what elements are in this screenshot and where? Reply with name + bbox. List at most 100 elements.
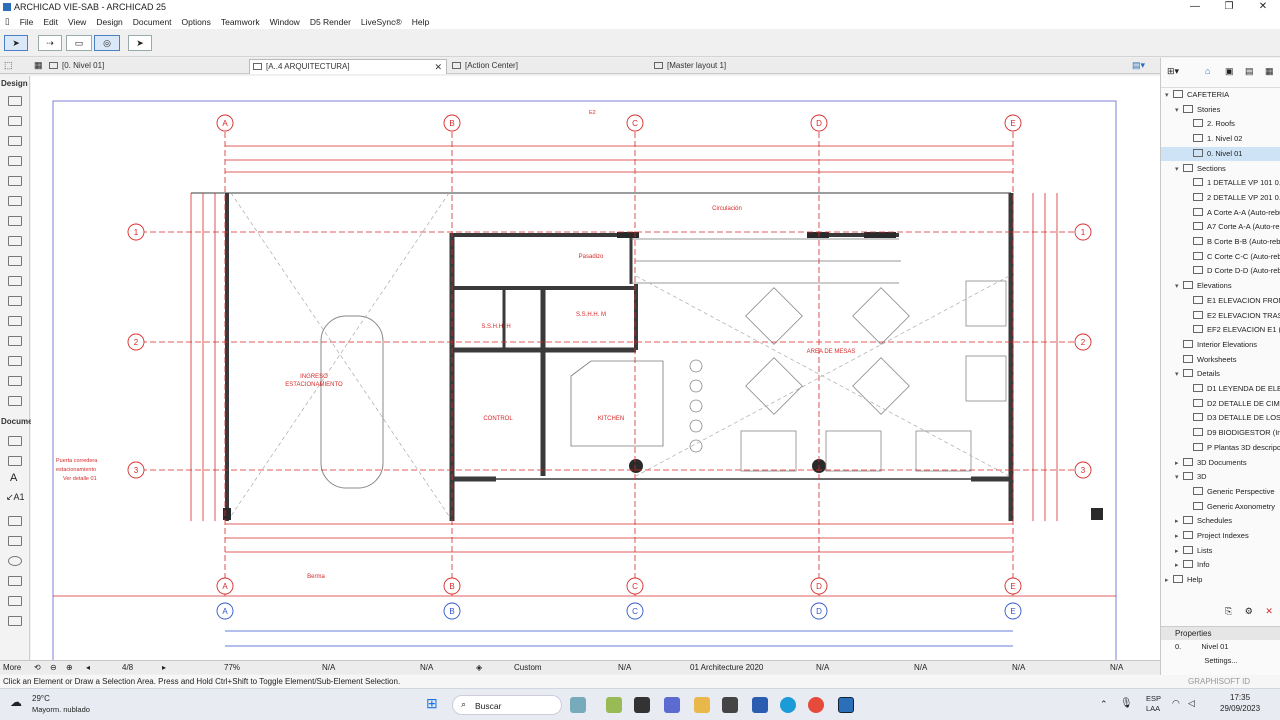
skylight-tool-icon[interactable] bbox=[8, 276, 22, 286]
tree-item[interactable]: Interior Elevations bbox=[1161, 338, 1257, 352]
rotated-marquee-icon[interactable]: ◎ bbox=[94, 35, 120, 51]
maximize-icon[interactable]: ❐ bbox=[1212, 0, 1246, 14]
stair-tool-icon[interactable] bbox=[8, 196, 22, 206]
menu-file[interactable]: File bbox=[15, 17, 39, 27]
menu-options[interactable]: Options bbox=[177, 17, 216, 27]
marquee-icon[interactable]: ⬚ bbox=[4, 60, 13, 71]
floor-plan-canvas[interactable]: A A A B B B C C C D D D E E E 1 1 2 2 3 3 INGRESO ESTACIONAMI… bbox=[31, 76, 1160, 660]
tree-item[interactable]: 0. Nivel 01 bbox=[1161, 146, 1280, 161]
marquee-method-icon[interactable]: ▭ bbox=[66, 35, 92, 51]
tree-item[interactable]: EF2 ELEVACION E1 (Ma bbox=[1161, 323, 1280, 337]
menu-design[interactable]: Design bbox=[91, 17, 127, 27]
mail-icon[interactable] bbox=[752, 697, 768, 713]
prev-page-icon[interactable]: ◂ bbox=[86, 663, 90, 672]
tree-item[interactable]: D2 DETALLE DE CIMEN bbox=[1161, 397, 1280, 411]
archicad-app-icon[interactable] bbox=[3, 3, 11, 11]
tree-item[interactable]: ▾ CAFETERIA bbox=[1161, 88, 1229, 102]
tree-item[interactable]: A7 Corte A-A (Auto-rebu bbox=[1161, 220, 1280, 234]
window-tool-icon[interactable] bbox=[8, 156, 22, 166]
navigator-popup-icon[interactable]: ⊞▾ bbox=[1167, 66, 1179, 77]
dimension-tool-icon[interactable] bbox=[8, 436, 22, 446]
level-dimension-icon[interactable] bbox=[8, 456, 22, 466]
tree-item[interactable]: ▾ Elevations bbox=[1161, 279, 1232, 293]
expand-toggle-icon[interactable]: ▸ bbox=[1175, 559, 1183, 573]
tab-arquitectura[interactable]: [A..4 ARQUITECTURA] ✕ bbox=[249, 59, 447, 74]
tree-item[interactable]: Generic Perspective bbox=[1161, 485, 1275, 499]
label-tool-icon[interactable]: ↙A1 bbox=[6, 492, 25, 503]
column-tool-icon[interactable] bbox=[8, 116, 22, 126]
store-icon[interactable] bbox=[606, 697, 622, 713]
menu-edit[interactable]: Edit bbox=[38, 17, 63, 27]
drawing-tool-icon[interactable] bbox=[8, 596, 22, 606]
settings-button[interactable]: Settings... bbox=[1161, 654, 1280, 668]
undo-zoom-icon[interactable]: ⟲ bbox=[34, 663, 41, 672]
explorer-dark-icon[interactable] bbox=[722, 697, 738, 713]
shell-tool-icon[interactable] bbox=[8, 256, 22, 266]
tree-item[interactable]: 2 DETALLE VP 201 0.20 bbox=[1161, 191, 1280, 205]
volume-icon[interactable]: ◁ bbox=[1188, 698, 1195, 709]
menu-app-icon[interactable]: ▯ bbox=[0, 16, 15, 27]
tree-item[interactable]: 1 DETALLE VP 101 0.20 bbox=[1161, 176, 1280, 190]
tree-item[interactable]: D Corte D-D (Auto-rebu bbox=[1161, 264, 1280, 278]
tree-item[interactable]: E1 ELEVACION FRONTA bbox=[1161, 294, 1280, 308]
tree-item[interactable]: Worksheets bbox=[1161, 353, 1236, 367]
zoom-level[interactable]: 77% bbox=[224, 663, 240, 672]
curtain-wall-tool-icon[interactable] bbox=[8, 296, 22, 306]
clock-time[interactable]: 17:35 bbox=[1230, 693, 1250, 702]
next-page-icon[interactable]: ▸ bbox=[162, 663, 166, 672]
section-tool-icon[interactable] bbox=[8, 616, 22, 626]
line-tool-icon[interactable] bbox=[8, 536, 22, 546]
expand-toggle-icon[interactable]: ▸ bbox=[1175, 457, 1183, 471]
tree-item[interactable]: 1. Nivel 02 bbox=[1161, 132, 1242, 146]
teams-icon[interactable] bbox=[664, 697, 680, 713]
delete-icon[interactable]: ✕ bbox=[1265, 606, 1273, 616]
tree-item[interactable]: ▸ Info bbox=[1161, 558, 1210, 572]
tree-item[interactable]: 2. Roofs bbox=[1161, 117, 1235, 131]
menu-window[interactable]: Window bbox=[265, 17, 305, 27]
lang-laa[interactable]: LAA bbox=[1146, 704, 1160, 713]
view-map-icon[interactable]: ▤▾ bbox=[1132, 60, 1145, 71]
arrow-tool-icon[interactable]: ➤ bbox=[4, 35, 28, 51]
zoom-out-icon[interactable]: ⊖ bbox=[50, 663, 57, 672]
tree-item[interactable]: Generic Axonometry bbox=[1161, 500, 1275, 514]
chrome-icon[interactable] bbox=[808, 697, 824, 713]
tray-chevron-icon[interactable]: ⌃ bbox=[1100, 699, 1108, 710]
tree-item[interactable]: P Plantas 3D descripci bbox=[1161, 441, 1280, 455]
tree-item[interactable]: ▸ Schedules bbox=[1161, 514, 1232, 528]
tree-item[interactable]: D9 BIODIGESTOR (Inde bbox=[1161, 426, 1280, 440]
beam-tool-icon[interactable] bbox=[8, 136, 22, 146]
wall-tool-icon[interactable] bbox=[8, 96, 22, 106]
expand-toggle-icon[interactable]: ▾ bbox=[1175, 104, 1183, 118]
tree-item[interactable]: C Corte C-C (Auto-rebu bbox=[1161, 250, 1280, 264]
fill-tool-icon[interactable] bbox=[8, 516, 22, 526]
tree-item[interactable]: B Corte B-B (Auto-rebu bbox=[1161, 235, 1280, 249]
expand-toggle-icon[interactable]: ▸ bbox=[1175, 515, 1183, 529]
morph-tool-icon[interactable] bbox=[8, 396, 22, 406]
tree-item[interactable]: ▸ 3D Documents bbox=[1161, 456, 1247, 470]
expand-toggle-icon[interactable]: ▾ bbox=[1165, 89, 1173, 103]
model-view-custom[interactable]: Custom bbox=[514, 663, 542, 672]
railing-tool-icon[interactable] bbox=[8, 216, 22, 226]
expand-toggle-icon[interactable]: ▸ bbox=[1175, 530, 1183, 544]
tree-item[interactable]: A Corte A-A (Auto-rebu bbox=[1161, 206, 1280, 220]
pen-set-na[interactable]: N/A bbox=[420, 663, 433, 672]
layer-combo-icon[interactable]: ◈ bbox=[476, 663, 482, 672]
object-tool-icon[interactable] bbox=[8, 336, 22, 346]
graphic-override-na[interactable]: N/A bbox=[816, 663, 829, 672]
tree-item[interactable]: ▾ Stories bbox=[1161, 103, 1220, 117]
task-view-icon[interactable] bbox=[634, 697, 650, 713]
partial-na[interactable]: N/A bbox=[1012, 663, 1025, 672]
dimension-na[interactable]: N/A bbox=[1110, 663, 1123, 672]
polyline-tool-icon[interactable] bbox=[8, 576, 22, 586]
new-view-icon[interactable]: ⎘ bbox=[1225, 606, 1232, 616]
layout-book-icon[interactable]: ▤ bbox=[1245, 66, 1254, 77]
menu-view[interactable]: View bbox=[63, 17, 91, 27]
floor-plan-drawing[interactable]: A A A B B B C C C D D D E E E 1 1 2 2 3 3 INGRESO ESTACIONAMI… bbox=[31, 76, 1160, 660]
minimize-icon[interactable]: — bbox=[1178, 0, 1212, 14]
arc-tool-icon[interactable] bbox=[8, 556, 22, 566]
tree-item[interactable]: ▸ Help bbox=[1161, 573, 1202, 587]
tree-item[interactable]: ▾ Details bbox=[1161, 367, 1220, 381]
tree-item[interactable]: D3 DETALLE DE LOSAS bbox=[1161, 411, 1280, 425]
pointer-options-icon[interactable]: ➤ bbox=[128, 35, 152, 51]
menu-teamwork[interactable]: Teamwork bbox=[216, 17, 265, 27]
